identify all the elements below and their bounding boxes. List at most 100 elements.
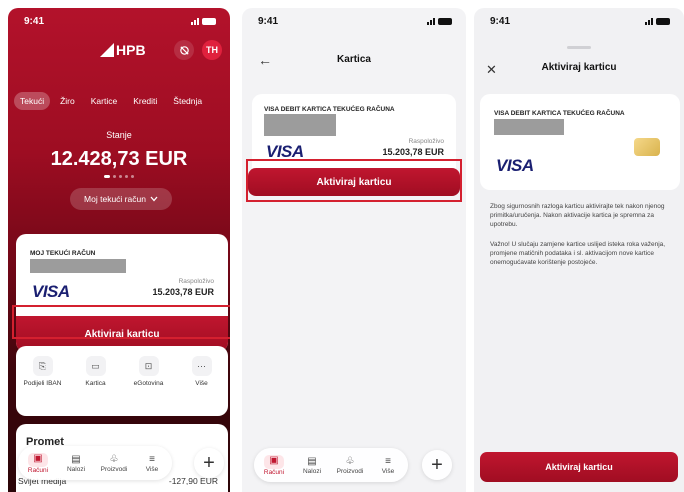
- bottom-tab-bar: ▣Računi ▤ Nalozi ♧ Proizvodi ≡ Više: [254, 448, 408, 482]
- accounts-icon: ▣: [28, 452, 48, 467]
- tab-label: Računi: [263, 468, 285, 476]
- tab-racuni[interactable]: ▣Računi: [24, 452, 52, 474]
- tab-label: Računi: [27, 466, 49, 474]
- accounts-icon: ▣: [264, 454, 284, 469]
- activate-card-label: Aktiviraj karticu: [545, 462, 613, 472]
- battery-icon: [656, 18, 670, 25]
- hide-balance-button[interactable]: [174, 40, 194, 60]
- account-selector-label: Moj tekući račun: [84, 194, 146, 204]
- profile-avatar[interactable]: TH: [202, 40, 222, 60]
- quick-actions: ⎘ Podijeli IBAN ▭ Kartica ⊡ eGotovina ⋯ …: [16, 346, 228, 416]
- card-preview: VISA DEBIT KARTICA TEKUĆEG RAČUNA VISA: [480, 94, 680, 190]
- signal-icon: [645, 18, 653, 25]
- status-icons: [191, 18, 216, 25]
- card-title: VISA DEBIT KARTICA TEKUĆEG RAČUNA: [264, 106, 395, 113]
- add-button[interactable]: +: [422, 450, 452, 480]
- status-bar: 9:41: [242, 16, 466, 30]
- page-indicator: [8, 175, 230, 178]
- quick-action-label: Više: [195, 380, 208, 387]
- tab-proizvodi[interactable]: ♧ Proizvodi: [100, 454, 128, 473]
- available-amount: 15.203,78 EUR: [152, 287, 214, 297]
- eye-off-icon: [179, 45, 189, 55]
- balance-amount: 12.428,73 EUR: [50, 148, 188, 170]
- tab-proizvodi[interactable]: ♧ Proizvodi: [336, 456, 364, 475]
- sheet-title: Aktiviraj karticu: [541, 62, 617, 73]
- card-chip-icon: [634, 138, 660, 156]
- redacted-card-number: [30, 259, 126, 273]
- products-icon: ♧: [109, 453, 119, 465]
- signal-icon: [427, 18, 435, 25]
- hpb-logo-mark: [100, 43, 114, 57]
- tab-stednja[interactable]: Štednja: [167, 92, 208, 110]
- visa-logo: VISA: [496, 156, 534, 175]
- available-label: Raspoloživo: [408, 138, 444, 145]
- status-bar: 9:41: [8, 16, 230, 30]
- quick-action-label: Kartica: [85, 380, 106, 387]
- redacted-card-number: [264, 114, 336, 136]
- tab-nalozi[interactable]: ▤ Nalozi: [298, 456, 326, 475]
- tab-vise[interactable]: ≡ Više: [138, 454, 166, 473]
- status-icons: [645, 18, 670, 25]
- info-paragraph: Zbog sigurnosnih razloga karticu aktivir…: [490, 203, 665, 228]
- status-time: 9:41: [24, 16, 45, 27]
- available-amount: 15.203,78 EUR: [382, 147, 444, 157]
- battery-icon: [438, 18, 452, 25]
- tab-label: Nalozi: [66, 465, 86, 473]
- card-title: VISA DEBIT KARTICA TEKUĆEG RAČUNA: [494, 110, 625, 117]
- account-selector[interactable]: Moj tekući račun: [70, 188, 172, 210]
- plus-icon: +: [431, 453, 443, 476]
- quick-action-more[interactable]: ⋯ Više: [179, 356, 225, 416]
- more-icon: ⋯: [191, 356, 212, 376]
- quick-action-ecash[interactable]: ⊡ eGotovina: [126, 356, 172, 416]
- tab-krediti[interactable]: Krediti: [127, 92, 163, 110]
- menu-icon: ≡: [149, 453, 155, 465]
- available-label: Raspoloživo: [178, 278, 214, 285]
- highlight-box: [12, 305, 230, 339]
- tab-tekuci[interactable]: Tekući: [14, 92, 51, 110]
- page-title: Kartica: [337, 54, 371, 65]
- chevron-down-icon: [150, 196, 158, 202]
- tab-label: Više: [145, 465, 159, 473]
- share-iban-icon: ⎘: [32, 356, 53, 376]
- tab-ziro[interactable]: Žiro: [54, 92, 81, 110]
- quick-action-share-iban[interactable]: ⎘ Podijeli IBAN: [20, 356, 66, 416]
- tab-nalozi[interactable]: ▤ Nalozi: [62, 454, 90, 473]
- tab-label: Proizvodi: [100, 465, 128, 473]
- menu-icon: ≡: [385, 455, 391, 467]
- quick-action-card[interactable]: ▭ Kartica: [73, 356, 119, 416]
- activate-card-sheet: 9:41 ✕ Aktiviraj karticu VISA DEBIT KART…: [474, 8, 684, 492]
- plus-icon: +: [203, 451, 215, 474]
- signal-icon: [191, 18, 199, 25]
- visa-logo: VISA: [32, 282, 70, 301]
- tab-racuni[interactable]: ▣Računi: [260, 454, 288, 476]
- sheet-handle[interactable]: [567, 46, 591, 49]
- hpb-logo: HPB: [100, 42, 146, 58]
- card-icon: ▭: [85, 356, 106, 376]
- document-icon: ▤: [71, 453, 81, 465]
- status-icons: [427, 18, 452, 25]
- card-screen: 9:41 ← Kartica VISA DEBIT KARTICA TEKUĆE…: [242, 8, 466, 492]
- add-button[interactable]: +: [194, 448, 224, 478]
- tab-label: Proizvodi: [336, 467, 364, 475]
- status-time: 9:41: [490, 16, 511, 27]
- brand-name: HPB: [116, 42, 146, 58]
- tab-vise[interactable]: ≡ Više: [374, 456, 402, 475]
- tab-label: Nalozi: [302, 467, 322, 475]
- cash-icon: ⊡: [138, 356, 159, 376]
- quick-action-label: Podijeli IBAN: [23, 380, 62, 387]
- balance-label: Stanje: [106, 130, 132, 140]
- highlight-box: [246, 159, 462, 202]
- warning-paragraph: Važno! U slučaju zamjene kartice uslijed…: [490, 241, 666, 266]
- tab-kartice[interactable]: Kartice: [85, 92, 123, 110]
- redacted-card-number: [494, 119, 564, 135]
- account-type-tabs: Tekući Žiro Kartice Krediti Štednja: [14, 92, 230, 110]
- accounts-screen: 9:41 HPB TH Tekući Žiro Kartice Krediti …: [8, 8, 230, 492]
- status-bar: 9:41: [474, 16, 684, 30]
- tab-label: Više: [381, 467, 395, 475]
- products-icon: ♧: [345, 455, 355, 467]
- card-title: MOJ TEKUĆI RAČUN: [30, 250, 96, 257]
- activate-card-button[interactable]: Aktiviraj karticu: [480, 452, 678, 482]
- quick-action-label: eGotovina: [133, 380, 164, 387]
- avatar-initials: TH: [206, 45, 218, 55]
- status-time: 9:41: [258, 16, 279, 27]
